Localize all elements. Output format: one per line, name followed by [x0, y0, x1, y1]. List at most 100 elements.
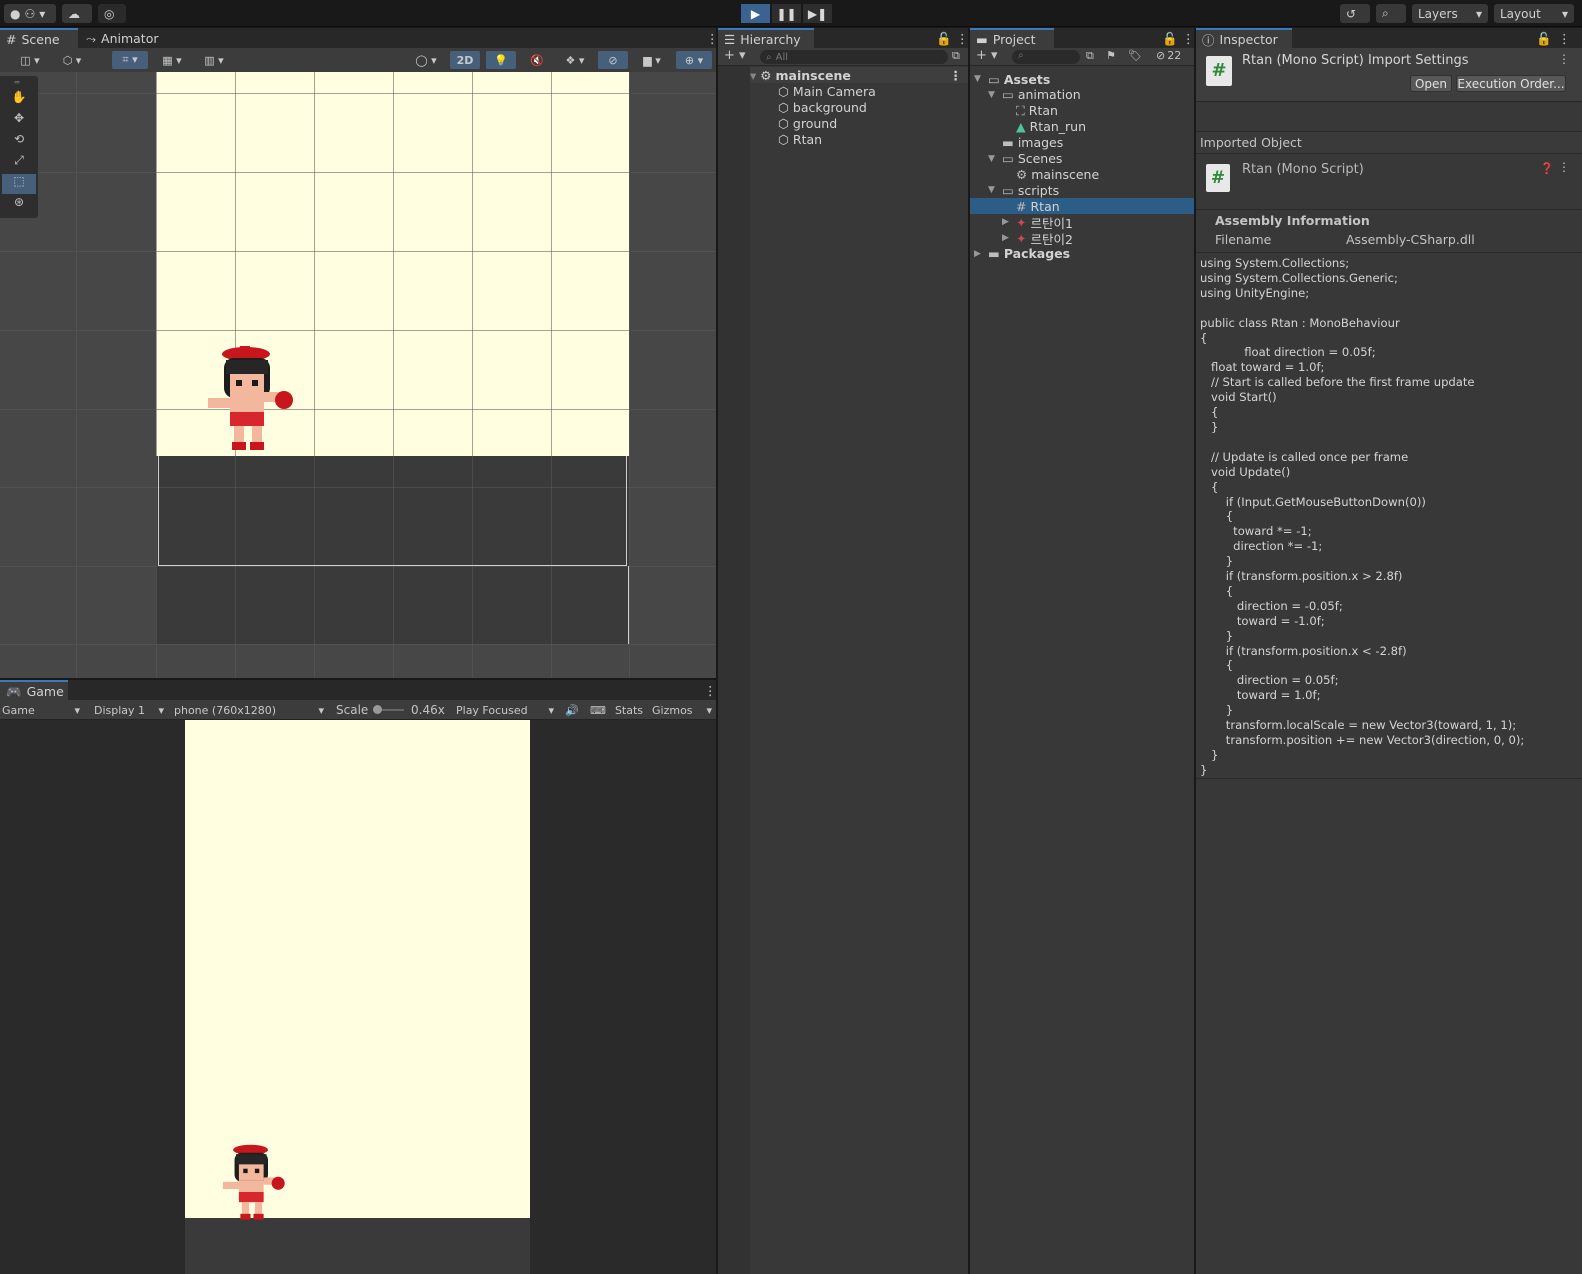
tab-animator[interactable]: ⤳ Animator — [80, 28, 160, 49]
play-focused-dropdown[interactable]: Play Focused ▾ — [452, 701, 558, 719]
tab-label: Project — [992, 32, 1036, 47]
resolution-dropdown[interactable]: phone (760x1280) ▾ — [170, 701, 328, 719]
project-item[interactable]: ⛶ Rtan — [970, 103, 1194, 119]
project-item[interactable]: # Rtan — [970, 198, 1194, 215]
shading-button[interactable]: ⬡ ▾ — [54, 51, 90, 69]
hand-tool-button[interactable]: ✋ — [6, 90, 32, 110]
help-icon[interactable]: ❓ — [1540, 162, 1554, 175]
chevron-down-icon[interactable]: ▼ — [974, 74, 984, 84]
project-search-input[interactable]: ⌕ — [1012, 50, 1080, 64]
search-button[interactable]: ⌕ — [1376, 4, 1406, 23]
rect-tool-button[interactable]: ⬚ — [2, 174, 36, 194]
game-view[interactable] — [0, 720, 716, 1274]
grid-visibility-button[interactable]: ▦ ▾ — [154, 51, 190, 69]
hierarchy-item-background[interactable]: ⬡ background — [778, 99, 867, 115]
project-item[interactable]: ▼ ▭ Assets — [970, 71, 1194, 87]
game-mode-dropdown[interactable]: Game ▾ — [0, 701, 82, 719]
project-menu-button[interactable]: ⋮ — [1176, 28, 1195, 49]
project-item[interactable]: ▲ Rtan_run — [970, 119, 1194, 135]
tab-scene[interactable]: # Scene — [0, 28, 78, 49]
account-button[interactable]: ● ⚇ ▾ — [4, 4, 56, 23]
lighting-toggle-button[interactable]: 💡 — [486, 51, 516, 69]
draw-mode-button[interactable]: ◫ ▾ — [12, 51, 48, 69]
kebab-menu-icon[interactable]: ⋮ — [1558, 160, 1570, 174]
create-asset-button[interactable]: + ▾ — [976, 48, 998, 63]
scale-tool-button[interactable]: ⤢ — [6, 153, 32, 173]
execution-order-button[interactable]: Execution Order... — [1456, 75, 1566, 92]
search-mode-button[interactable]: ⧉ — [952, 49, 960, 63]
chevron-down-icon[interactable]: ▼ — [988, 90, 998, 100]
chevron-right-icon[interactable]: ▶ — [974, 249, 984, 259]
camera-settings-button[interactable]: ▆ ▾ — [634, 51, 670, 69]
chevron-down-icon: ▾ — [1561, 6, 1568, 21]
mute-audio-button[interactable]: 🔊 — [562, 701, 582, 719]
chevron-right-icon[interactable]: ▶ — [1002, 233, 1012, 243]
create-button[interactable]: + ▾ — [724, 48, 746, 63]
undo-history-button[interactable]: ↺ — [1340, 4, 1370, 23]
gizmos-dropdown[interactable]: Gizmos ▾ — [650, 701, 714, 719]
project-item[interactable]: ▼ ▭ Scenes — [970, 151, 1194, 167]
effects-button[interactable]: ❖ ▾ — [556, 51, 594, 69]
pause-button[interactable]: ❚❚ — [772, 4, 801, 23]
hierarchy-item-ground[interactable]: ⬡ ground — [778, 115, 837, 131]
move-tool-button[interactable]: ✥ — [6, 111, 32, 131]
tab-game[interactable]: 🎮 Game — [0, 680, 68, 701]
project-item[interactable]: ⚙ mainscene — [970, 166, 1194, 182]
project-item-label: Rtan_run — [1029, 119, 1087, 135]
play-button[interactable]: ▶ — [741, 4, 770, 23]
layers-dropdown[interactable]: Layers ▾ — [1412, 4, 1488, 23]
hierarchy-menu-button[interactable]: ⋮ — [950, 28, 969, 49]
grid-snap-button[interactable]: ⌗ ▾ — [112, 51, 148, 69]
project-item[interactable]: ▬ images — [970, 135, 1194, 151]
hierarchy-scene-row[interactable]: ▾ ⚙ mainscene ⋮ — [750, 67, 968, 83]
tab-project[interactable]: ▬ Project — [970, 28, 1054, 49]
kebab-menu-icon[interactable]: ⋮ — [1558, 52, 1570, 66]
chevron-down-icon[interactable]: ▼ — [988, 154, 998, 164]
project-item[interactable]: ▶ ✦ 르탄이2 — [970, 230, 1194, 247]
step-button[interactable]: ▶❚ — [803, 4, 832, 23]
scene-viewport[interactable]: ═ ✋ ✥ ⟲ ⤢ ⬚ ⊛ — [0, 72, 716, 678]
transform-tool-button[interactable]: ⊛ — [6, 195, 32, 215]
project-item[interactable]: ▶ ✦ 르탄이1 — [970, 214, 1194, 231]
project-item[interactable]: ▼ ▭ scripts — [970, 182, 1194, 198]
inspector-lock-button[interactable]: 🔓 — [1530, 28, 1552, 49]
increment-snap-button[interactable]: ▥ ▾ — [196, 51, 232, 69]
stats-button[interactable]: Stats — [612, 701, 646, 719]
tab-hierarchy[interactable]: ☰ Hierarchy — [718, 28, 814, 49]
2d-toggle-button[interactable]: 2D — [450, 51, 480, 69]
search-by-type-button[interactable]: ⧉ — [1086, 49, 1094, 63]
game-menu-button[interactable]: ⋮ — [698, 680, 717, 701]
project-item-label: Assets — [1003, 71, 1051, 87]
render-mode-button[interactable]: ◯ ▾ — [408, 51, 444, 69]
collab-button[interactable]: ◎ — [98, 4, 126, 23]
hierarchy-item-main-camera[interactable]: ⬡ Main Camera — [778, 83, 876, 99]
layout-dropdown[interactable]: Layout ▾ — [1494, 4, 1574, 23]
hidden-objects-button[interactable]: ⊘ — [598, 51, 628, 69]
chevron-down-icon[interactable]: ▼ — [988, 185, 998, 195]
chevron-right-icon[interactable]: ▶ — [1002, 217, 1012, 227]
search-by-label-button[interactable]: ⚑ — [1106, 49, 1116, 62]
open-button[interactable]: Open — [1410, 75, 1452, 92]
favorites-button[interactable]: 🏷 — [1128, 49, 1142, 62]
gizmos-button[interactable]: ⊕ ▾ — [676, 51, 712, 69]
inspector-menu-button[interactable]: ⋮ — [1552, 28, 1571, 49]
info-icon: ⓘ — [1202, 33, 1215, 48]
rotate-tool-button[interactable]: ⟲ — [6, 132, 32, 152]
hidden-packages-toggle[interactable]: ⊘ 22 — [1156, 49, 1181, 62]
project-item[interactable]: ▶ ▬ Packages — [970, 246, 1194, 262]
hierarchy-lock-button[interactable]: 🔓 — [930, 28, 952, 49]
display-dropdown[interactable]: Display 1 ▾ — [90, 701, 168, 719]
hierarchy-item-rtan[interactable]: ⬡ Rtan — [778, 131, 822, 147]
scene-menu-button[interactable]: ⋮ — [700, 28, 719, 49]
rtan-character-sprite[interactable] — [200, 346, 296, 456]
hierarchy-search-input[interactable]: ⌕ All — [760, 50, 948, 64]
kebab-menu-icon[interactable]: ⋮ — [950, 68, 969, 83]
project-item[interactable]: ▼ ▭ animation — [970, 87, 1194, 103]
audio-toggle-button[interactable]: 🔇 — [522, 51, 552, 69]
tab-inspector[interactable]: ⓘ Inspector — [1196, 28, 1292, 49]
cloud-button[interactable]: ☁ — [62, 4, 92, 23]
keyboard-shortcuts-button[interactable]: ⌨ — [588, 701, 608, 719]
drag-handle-icon[interactable]: ═ — [6, 78, 28, 87]
project-lock-button[interactable]: 🔓 — [1156, 28, 1178, 49]
scale-slider-thumb[interactable] — [373, 705, 382, 714]
